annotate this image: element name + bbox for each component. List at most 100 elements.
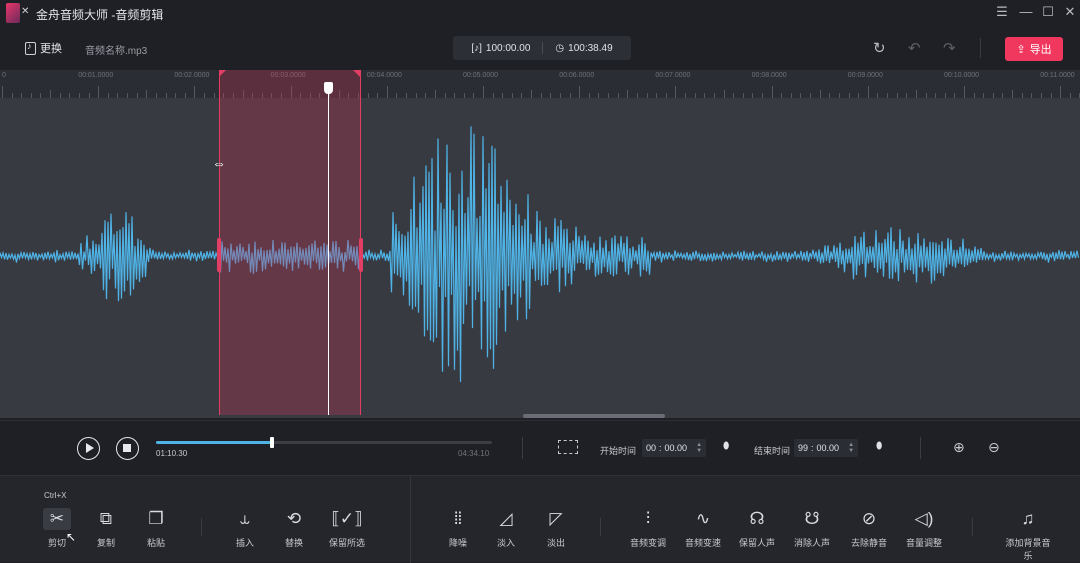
close-icon[interactable]: ✕ xyxy=(1061,4,1079,20)
keep-selected-label: 保留所选 xyxy=(328,538,365,548)
speed-button[interactable]: ∿ 音频变速 xyxy=(678,508,728,549)
copy-button[interactable]: ⧉ 复制 xyxy=(81,508,131,549)
window-title: 金舟音频大师 -音频剪辑 xyxy=(36,8,164,22)
undo-icon[interactable]: ↶ xyxy=(908,39,921,57)
ruler-tick-label: 0 xyxy=(2,72,6,79)
playhead-knob[interactable] xyxy=(324,82,333,94)
fade-out-icon: ◸ xyxy=(549,509,563,528)
volume-button[interactable]: ◁) 音量调整 xyxy=(899,508,949,549)
transport-bar: 01:10.30 04:34.10 开始时间 00: 00.00 ▲ ▼ ⬮ 结束… xyxy=(0,420,1080,475)
redo-icon[interactable]: ↷ xyxy=(943,39,956,57)
ruler-tick-label: 00:08.0000 xyxy=(751,72,787,79)
remove-silence-label: 去除静音 xyxy=(850,538,887,548)
start-minutes[interactable]: 00 xyxy=(646,443,656,453)
ruler-tick-label: 00:10.0000 xyxy=(944,72,980,79)
insert-icon: ⥿ xyxy=(240,509,250,528)
selection-end-marker[interactable] xyxy=(353,70,360,77)
waveform xyxy=(0,126,1080,383)
music-note-icon: ♫ xyxy=(1021,509,1035,528)
app-logo xyxy=(6,3,20,23)
replace-icon: ⟲ xyxy=(286,509,302,528)
remove-silence-button[interactable]: ⊘ 去除静音 xyxy=(844,508,894,549)
upload-icon: ⇪ xyxy=(1016,43,1026,56)
end-seconds[interactable]: 00.00 xyxy=(817,443,840,453)
remove-vocal-button[interactable]: ☋ 消除人声 xyxy=(787,508,837,549)
ruler-tick-label: 00:02.0000 xyxy=(174,72,210,79)
keep-vocal-icon: ☊ xyxy=(749,509,765,528)
export-button[interactable]: ⇪ 导出 xyxy=(1005,37,1063,61)
ruler-tick xyxy=(146,90,148,98)
progress-knob[interactable] xyxy=(269,437,274,448)
selection-region[interactable] xyxy=(219,70,361,415)
ruler-tick xyxy=(1012,90,1014,98)
time-ruler[interactable]: 0 00:01.0000 00:02.0000 00:03.0000 00:04.000… xyxy=(0,70,1080,98)
set-end-pin-icon[interactable]: ⬮ xyxy=(876,441,882,452)
playhead[interactable] xyxy=(328,88,329,415)
file-name: 音频名称.mp3 xyxy=(85,46,148,57)
scissors-icon: ✂ xyxy=(43,508,71,530)
keep-vocal-button[interactable]: ☊ 保留人声 xyxy=(732,508,782,549)
replace-button[interactable]: ⟲ 替换 xyxy=(269,508,319,549)
horizontal-scrollbar[interactable] xyxy=(523,414,665,418)
speed-label: 音频变速 xyxy=(684,538,721,548)
maximize-icon[interactable]: ☐ xyxy=(1039,4,1057,20)
waveform-path xyxy=(0,126,1080,383)
selection-length: 100:00.00 xyxy=(485,42,531,54)
remove-silence-icon: ⊘ xyxy=(861,509,877,528)
ruler-tick xyxy=(1060,86,1062,98)
insert-button[interactable]: ⥿ 插入 xyxy=(220,508,270,549)
music-file-icon xyxy=(25,41,36,55)
ruler-tick xyxy=(2,86,3,98)
remove-vocal-icon: ☋ xyxy=(804,509,820,528)
pitch-button[interactable]: ⫶ 音频变调 xyxy=(623,508,673,549)
ruler-tick xyxy=(723,90,725,98)
end-stepper[interactable]: ▲ ▼ xyxy=(848,442,854,454)
add-bgm-button[interactable]: ♫ 添加背景音乐 xyxy=(1003,508,1053,562)
end-minutes[interactable]: 99 xyxy=(798,443,808,453)
playback-progress[interactable] xyxy=(156,437,492,448)
volume-icon: ◁) xyxy=(914,509,934,528)
current-time: 01:10.30 xyxy=(156,449,188,458)
play-button[interactable] xyxy=(77,437,100,460)
fade-out-button[interactable]: ◸ 淡出 xyxy=(531,508,581,549)
set-start-pin-icon[interactable]: ⬮ xyxy=(723,441,729,452)
select-range-icon[interactable] xyxy=(558,440,578,454)
keep-selected-button[interactable]: ⟦✓⟧ 保留所选 xyxy=(322,508,372,549)
menu-icon[interactable]: ☰ xyxy=(993,4,1011,20)
tool-divider xyxy=(201,518,202,536)
start-time-input[interactable]: 00: 00.00 ▲ ▼ xyxy=(642,439,707,457)
selection-end-handle[interactable] xyxy=(359,238,363,272)
selection-start-handle[interactable] xyxy=(217,238,221,272)
refresh-icon[interactable]: ↻ xyxy=(873,39,886,57)
ruler-tick xyxy=(771,86,773,98)
waveform-area[interactable] xyxy=(0,98,1080,418)
tool-divider xyxy=(972,518,973,536)
denoise-button[interactable]: ⦙⦙ 降噪 xyxy=(433,508,483,549)
stop-button[interactable] xyxy=(116,437,139,460)
minimize-icon[interactable]: — xyxy=(1017,4,1035,19)
resize-cursor-icon: ⇔ xyxy=(212,155,226,171)
ruler-tick xyxy=(434,90,436,98)
logo-mark: ✕ xyxy=(21,6,30,17)
duration-display: [♪] 100:00.00 ◷ 100:38.49 xyxy=(453,36,631,60)
fade-in-button[interactable]: ◿ 淡入 xyxy=(481,508,531,549)
end-time-label: 结束时间 xyxy=(754,446,791,456)
paste-button[interactable]: ❐ 粘贴 xyxy=(131,508,181,549)
replace-file-button[interactable]: 更换 xyxy=(25,40,62,56)
zoom-out-icon[interactable]: ⊖ xyxy=(988,439,1000,456)
pitch-icon: ⫶ xyxy=(645,509,651,528)
total-length: 100:38.49 xyxy=(568,42,613,54)
start-stepper[interactable]: ▲ ▼ xyxy=(696,442,702,454)
paste-icon: ❐ xyxy=(148,509,164,528)
ruler-tick-label: 00:04.0000 xyxy=(366,72,402,79)
remove-vocal-label: 消除人声 xyxy=(793,538,830,548)
insert-label: 插入 xyxy=(235,538,254,548)
selection-start-marker[interactable] xyxy=(219,70,226,77)
ruler-tick-label: 00:05.0000 xyxy=(463,72,499,79)
ruler-tick-label: 00:11.0000 xyxy=(1040,72,1075,79)
start-seconds[interactable]: 00.00 xyxy=(665,443,688,453)
ruler-tick xyxy=(483,86,484,98)
replace-label: 更换 xyxy=(40,43,62,55)
end-time-input[interactable]: 99: 00.00 ▲ ▼ xyxy=(794,439,859,457)
zoom-in-icon[interactable]: ⊕ xyxy=(953,439,965,456)
